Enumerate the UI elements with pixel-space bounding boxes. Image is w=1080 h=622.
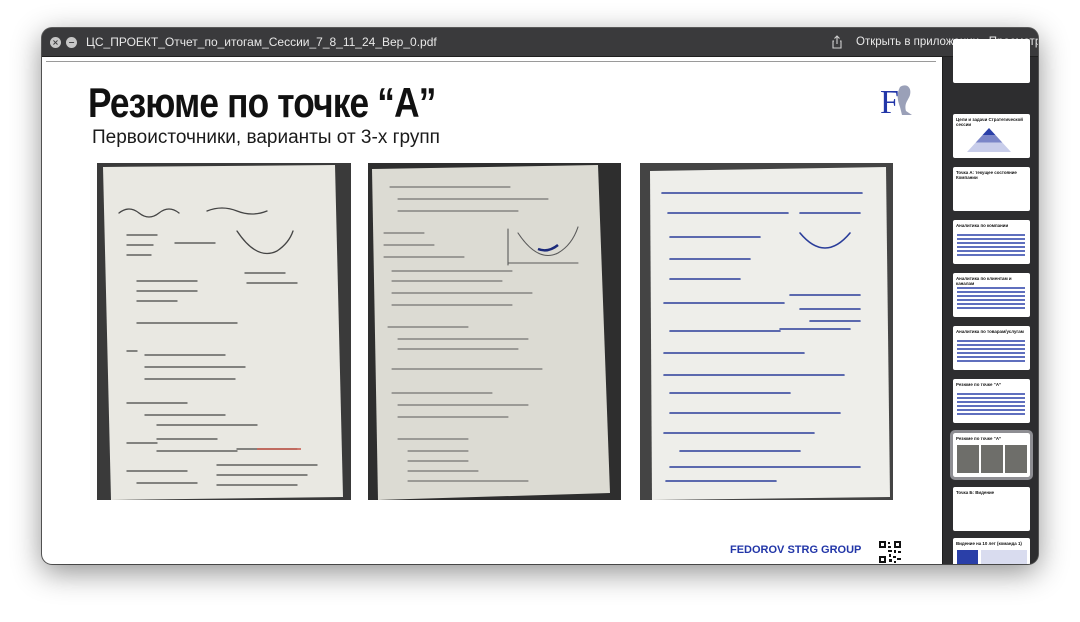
- thumbnail-title: Точка А: текущее состояние Компании: [956, 170, 1017, 180]
- thumbnail-table: [957, 287, 1025, 311]
- share-icon[interactable]: [830, 35, 844, 49]
- page-thumbnail[interactable]: Цели и задачи Стратегической сессии: [953, 114, 1030, 158]
- page-thumbnail[interactable]: Аналитика по компании: [953, 220, 1030, 264]
- page-thumbnail[interactable]: Аналитика по клиентам и каналам: [953, 273, 1030, 317]
- thumbnail-photo: [1005, 445, 1027, 473]
- slide-subtitle: Первоисточники, варианты от 3-х групп: [92, 127, 440, 148]
- thumbnail-title: Видение на 10 лет (команда 1): [956, 541, 1022, 546]
- thumbnail-table: [957, 234, 1025, 258]
- thumbnail-photos: [957, 445, 1027, 473]
- close-icon[interactable]: ×: [50, 36, 61, 48]
- page-thumbnail[interactable]: Видение на 10 лет (команда 1): [953, 538, 1030, 564]
- photo-group-1: [97, 163, 351, 500]
- thumbnail-diagram: [967, 128, 1011, 152]
- thumbnail-title: Аналитика по товарам/услугам: [956, 329, 1024, 334]
- thumbnail-title: Аналитика по клиентам и каналам: [956, 276, 1012, 286]
- page-thumbnail[interactable]: Точка Б: Видение: [953, 487, 1030, 531]
- thumbnail-table: [957, 393, 1025, 417]
- thumbnail-title: Цели и задачи Стратегической сессии: [956, 117, 1023, 127]
- slide-title: Резюме по точке “А”: [88, 79, 436, 126]
- thumbnail-title: Резюме по точке “А”: [956, 436, 1002, 441]
- thumbnail-title: Точка Б: Видение: [956, 490, 995, 495]
- qr-code: [879, 541, 901, 563]
- photo-group-2: [368, 163, 621, 500]
- title-bar: × − ЦС_ПРОЕКТ_Отчет_по_итогам_Сессии_7_8…: [42, 28, 1038, 57]
- svg-text:F: F: [880, 84, 899, 121]
- photo-group-3: [640, 163, 893, 500]
- company-logo: F: [880, 84, 912, 121]
- pdf-page-view[interactable]: Резюме по точке “А” Первоисточники, вари…: [42, 57, 942, 564]
- page-thumbnail[interactable]: Резюме по точке “А”: [953, 379, 1030, 423]
- page-divider: [46, 61, 936, 62]
- minimize-icon[interactable]: −: [66, 36, 77, 48]
- page-thumbnail[interactable]: Аналитика по товарам/услугам: [953, 326, 1030, 370]
- page-thumbnail[interactable]: [953, 39, 1030, 83]
- thumbnail-table: [957, 340, 1025, 364]
- page-thumbnail[interactable]: Точка А: текущее состояние Компании: [953, 167, 1030, 211]
- thumbnail-blocks: [957, 550, 1027, 564]
- pdf-window: × − ЦС_ПРОЕКТ_Отчет_по_итогам_Сессии_7_8…: [42, 28, 1038, 564]
- brand-label: FEDOROV STRG GROUP: [730, 544, 862, 556]
- thumbnail-photo: [957, 445, 979, 473]
- window-title: ЦС_ПРОЕКТ_Отчет_по_итогам_Сессии_7_8_11_…: [86, 35, 437, 49]
- thumbnail-sidebar[interactable]: Цели и задачи Стратегической сессии Точка…: [942, 39, 1038, 564]
- page-thumbnail[interactable]: Резюме по точке “А”: [950, 430, 1033, 480]
- thumbnail-photo: [981, 445, 1003, 473]
- thumbnail-title: Резюме по точке “А”: [956, 382, 1002, 387]
- thumbnail-title: Аналитика по компании: [956, 223, 1009, 228]
